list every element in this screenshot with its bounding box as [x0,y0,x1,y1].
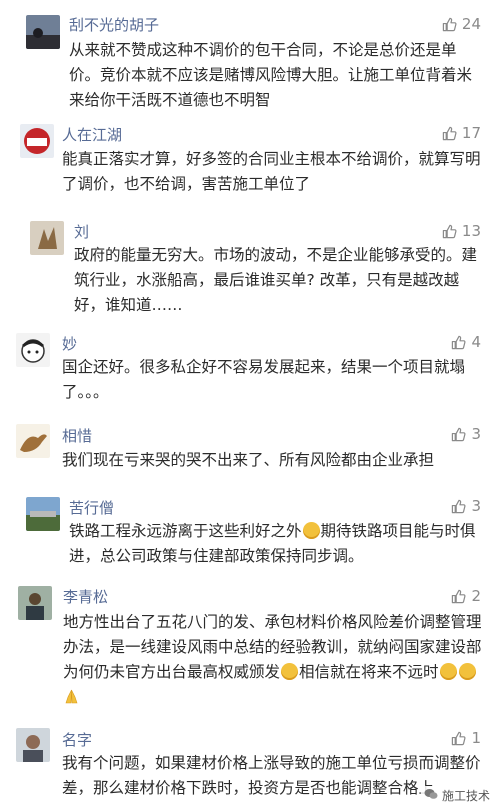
like-button[interactable]: 1 [451,729,481,747]
thumbs-up-icon [451,427,466,442]
avatar[interactable] [16,728,50,762]
crying-emoji-icon [302,522,320,539]
like-button[interactable]: 4 [451,333,481,351]
like-count: 3 [471,425,481,443]
comment-author[interactable]: 李青松 [63,586,108,607]
watermark: 施工技术 [420,786,493,805]
like-count: 4 [471,333,481,351]
comment-author[interactable]: 相惜 [62,425,92,446]
avatar[interactable] [30,221,64,255]
like-button[interactable]: 3 [451,497,481,515]
avatar[interactable] [20,124,54,158]
comment-text: 国企还好。很多私企好不容易发展起来，结果一个项目就塌了。。。 [62,358,466,401]
pray-icon [63,688,80,713]
comment-text: 从来就不赞成这种不调价的包干合同，不论是总价还是单价。竞价本就不应该是赌博风险博… [69,41,473,109]
comment-text: 政府的能量无穷大。市场的波动，不是企业能够承受的。建筑行业，水涨船高，最后谁谁买… [74,246,478,314]
like-button[interactable]: 24 [442,15,481,33]
avatar[interactable] [18,586,52,620]
thumbs-up-icon [451,335,466,350]
comment-text: 能真正落实才算，好多签的合同业主根本不给调价，就算写明了调价，也不给调，害苦施工… [62,150,481,193]
like-count: 2 [471,587,481,605]
comment-text-part: 铁路工程永远游离于这些利好之外 [69,522,302,540]
comment-text: 地方性出台了五花八门的发、承包材料价格风险差价调整管理办法，是一线建设风雨中总结… [63,610,485,713]
avatar[interactable] [26,15,60,49]
thumbs-up-icon [451,731,466,746]
like-button[interactable]: 3 [451,425,481,443]
comment-text-part: 相信就在将来不远时 [299,663,439,681]
like-button[interactable]: 17 [442,124,481,142]
comment-author[interactable]: 人在江湖 [62,124,122,145]
avatar[interactable] [16,333,50,367]
like-button[interactable]: 2 [451,587,481,605]
comment-text: 铁路工程永远游离于这些利好之外 期待铁路项目能与时俱进，总公司政策与住建部政策保持… [69,519,485,569]
comment-text: 我们现在亏来哭的哭不出来了、所有风险都由企业承担 [62,451,435,469]
thumbs-up-icon [451,589,466,604]
comment-author[interactable]: 妙 [62,333,77,354]
comment-author[interactable]: 刮不光的胡子 [69,14,159,35]
like-count: 17 [461,124,481,142]
avatar[interactable] [16,424,50,458]
avatar[interactable] [26,497,60,531]
comment-author[interactable]: 名字 [62,729,92,750]
like-count: 13 [461,222,481,240]
thumbs-up-icon [442,224,457,239]
like-count: 24 [461,15,481,33]
thumbs-up-icon [451,499,466,514]
comment-author[interactable]: 苦行僧 [69,497,114,518]
wechat-logo-icon [424,788,438,803]
like-count: 1 [471,729,481,747]
thumbs-up-icon [442,126,457,141]
like-count: 3 [471,497,481,515]
laughing-emoji-icon [458,663,476,680]
laughing-emoji-icon [439,663,457,680]
like-button[interactable]: 13 [442,222,481,240]
watermark-text: 施工技术 [441,789,490,803]
wave-emoji-icon [281,663,299,680]
comment-author[interactable]: 刘 [74,221,89,242]
thumbs-up-icon [442,17,457,32]
